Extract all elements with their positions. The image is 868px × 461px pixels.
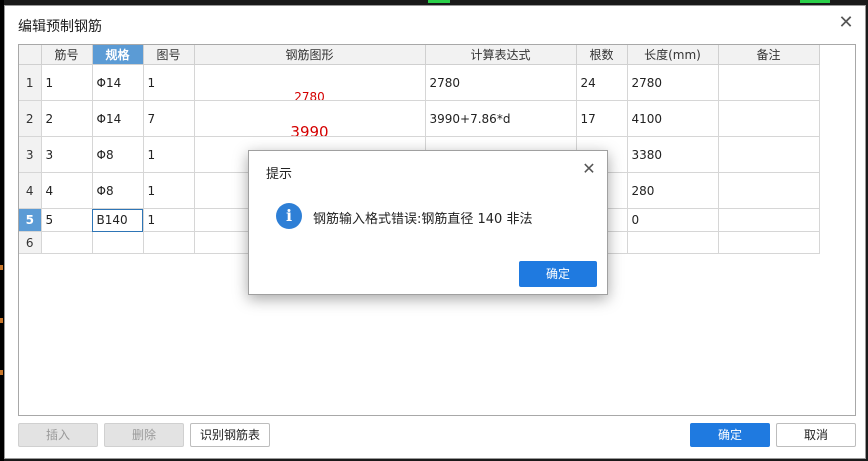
row-header[interactable]: 6 [19, 231, 42, 254]
col-header-count[interactable]: 根数 [576, 45, 628, 65]
dialog-ok-button[interactable]: 确定 [519, 261, 597, 287]
error-dialog: 提示 ✕ i 钢筋输入格式错误:钢筋直径 140 非法 确定 [248, 150, 608, 295]
info-icon: i [276, 203, 302, 229]
cell-shape[interactable]: 2780 [194, 64, 426, 101]
cell-figure-no[interactable]: 1 [143, 208, 195, 232]
cell-bar-no[interactable]: 1 [41, 64, 93, 101]
background-mark [428, 0, 450, 3]
cell-note[interactable] [718, 208, 820, 232]
cell-length[interactable] [627, 231, 719, 254]
cancel-button[interactable]: 取消 [776, 423, 856, 447]
dialog-title: 提示 [266, 167, 293, 182]
cell-spec[interactable] [92, 231, 144, 254]
cell-note[interactable] [718, 172, 820, 209]
cell-shape[interactable]: 3990 [194, 100, 426, 137]
header-row: 筋号 规格 图号 钢筋图形 计算表达式 根数 长度(mm) 备注 [19, 45, 820, 65]
shape-length-label: 3990 [290, 122, 329, 137]
cell-note[interactable] [718, 64, 820, 101]
cell-spec[interactable]: Φ14 [92, 100, 144, 137]
cell-spec[interactable]: Φ8 [92, 172, 144, 209]
recognize-rebar-table-button[interactable]: 识别钢筋表 [190, 423, 270, 447]
col-header-shape[interactable]: 钢筋图形 [194, 45, 426, 65]
cell-spec[interactable]: Φ14 [92, 64, 144, 101]
cell-bar-no[interactable]: 2 [41, 100, 93, 137]
col-header-note[interactable]: 备注 [718, 45, 820, 65]
col-header-expression[interactable]: 计算表达式 [425, 45, 577, 65]
cell-count[interactable]: 24 [576, 64, 628, 101]
col-header-bar-no[interactable]: 筋号 [41, 45, 93, 65]
background-mark [0, 318, 3, 323]
close-icon[interactable]: ✕ [835, 12, 857, 34]
cell-spec[interactable]: Φ8 [92, 136, 144, 173]
cell-spec-editing[interactable]: B140 [92, 208, 144, 232]
window-title: 编辑预制钢筋 [18, 19, 102, 35]
background-mark [0, 265, 3, 270]
row-header[interactable]: 2 [19, 100, 42, 137]
cell-length[interactable]: 3380 [627, 136, 719, 173]
cell-figure-no[interactable] [143, 231, 195, 254]
cell-note[interactable] [718, 100, 820, 137]
cell-length[interactable]: 0 [627, 208, 719, 232]
col-header-length[interactable]: 长度(mm) [627, 45, 719, 65]
cell-bar-no[interactable]: 4 [41, 172, 93, 209]
table-row: 1 1 Φ14 1 2780 2780 24 2780 [19, 64, 820, 101]
cell-figure-no[interactable]: 1 [143, 172, 195, 209]
cell-bar-no[interactable]: 3 [41, 136, 93, 173]
cell-note[interactable] [718, 136, 820, 173]
cell-expression[interactable]: 2780 [425, 64, 577, 101]
close-icon[interactable]: ✕ [579, 159, 599, 179]
cell-length[interactable]: 280 [627, 172, 719, 209]
cell-bar-no[interactable] [41, 231, 93, 254]
row-header[interactable]: 5 [19, 208, 42, 232]
cell-figure-no[interactable]: 1 [143, 136, 195, 173]
shape-length-label: 2780 [294, 89, 325, 101]
cell-count[interactable]: 17 [576, 100, 628, 137]
cell-expression[interactable]: 3990+7.86*d [425, 100, 577, 137]
corner-cell[interactable] [19, 45, 42, 65]
table-row: 2 2 Φ14 7 3990 3990+7.86*d 17 4100 [19, 100, 820, 137]
cell-figure-no[interactable]: 1 [143, 64, 195, 101]
row-header[interactable]: 3 [19, 136, 42, 173]
row-header[interactable]: 1 [19, 64, 42, 101]
cell-length[interactable]: 4100 [627, 100, 719, 137]
delete-button[interactable]: 删除 [104, 423, 184, 447]
row-header[interactable]: 4 [19, 172, 42, 209]
cell-length[interactable]: 2780 [627, 64, 719, 101]
col-header-spec[interactable]: 规格 [92, 45, 144, 65]
background-mark [800, 0, 830, 3]
background-mark [0, 370, 3, 375]
dialog-message: 钢筋输入格式错误:钢筋直径 140 非法 [313, 212, 533, 227]
cell-bar-no[interactable]: 5 [41, 208, 93, 232]
cell-figure-no[interactable]: 7 [143, 100, 195, 137]
insert-button[interactable]: 插入 [18, 423, 98, 447]
cell-note[interactable] [718, 231, 820, 254]
col-header-figure-no[interactable]: 图号 [143, 45, 195, 65]
ok-button[interactable]: 确定 [690, 423, 770, 447]
